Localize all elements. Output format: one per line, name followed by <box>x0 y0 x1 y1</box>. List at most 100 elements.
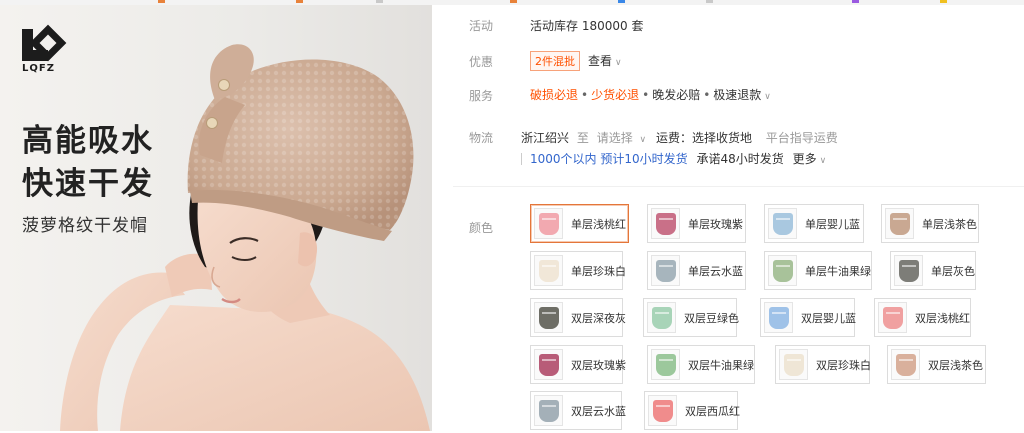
service-label: 服务 <box>469 89 494 103</box>
separator-dot: • <box>581 88 589 102</box>
color-option[interactable]: 单层灰色 <box>890 251 976 290</box>
towel-swatch <box>784 354 804 376</box>
discount-view-link[interactable]: 查看 ∨ <box>588 54 622 68</box>
color-swatch-thumbnail <box>651 349 680 380</box>
color-option-label: 单层云水蓝 <box>688 264 743 278</box>
color-option[interactable]: 单层玫瑰紫 <box>647 204 746 243</box>
hero-headline-line2: 快速干发 <box>22 166 154 202</box>
towel-swatch <box>896 354 916 376</box>
color-option[interactable]: 双层珍珠白 <box>775 345 871 384</box>
color-option[interactable]: 单层婴儿蓝 <box>764 204 864 243</box>
color-option-label: 双层西瓜红 <box>685 404 740 418</box>
brand-logo: LQFZ <box>22 24 68 74</box>
color-option[interactable]: 单层浅茶色 <box>881 204 979 243</box>
color-option[interactable]: 单层浅桃红 <box>530 204 629 243</box>
color-swatch-thumbnail <box>885 208 914 239</box>
brand-logo-mark <box>22 24 67 62</box>
color-swatch-thumbnail <box>534 349 563 380</box>
color-swatch-thumbnail <box>894 255 923 286</box>
discount-row: 2件混批 查看 ∨ <box>530 51 622 71</box>
bookmark-favicon[interactable] <box>510 0 517 3</box>
towel-swatch <box>899 260 919 282</box>
logistics-label: 物流 <box>469 131 494 145</box>
separator-dot: • <box>642 88 650 102</box>
color-option-label: 单层灰色 <box>931 264 975 278</box>
color-option[interactable]: 单层云水蓝 <box>647 251 746 290</box>
bookmark-favicon[interactable] <box>618 0 625 3</box>
color-option[interactable]: 双层婴儿蓝 <box>760 298 856 337</box>
towel-swatch <box>539 260 559 282</box>
bookmark-favicon[interactable] <box>158 0 165 3</box>
freight-text: 运费：选择收货地 <box>655 131 752 145</box>
color-swatch-thumbnail <box>651 208 680 239</box>
hero-headline-line1: 高能吸水 <box>22 123 154 159</box>
towel-swatch <box>656 213 676 235</box>
color-swatch-thumbnail <box>768 255 797 286</box>
towel-swatch <box>773 260 793 282</box>
section-divider <box>453 186 1024 187</box>
color-swatch-thumbnail <box>647 302 676 333</box>
destination-select-label: 请选择 <box>596 131 633 145</box>
color-option[interactable]: 双层深夜灰 <box>530 298 626 337</box>
activity-label: 活动 <box>469 19 494 33</box>
color-option[interactable]: 单层珍珠白 <box>530 251 626 290</box>
color-option[interactable]: 双层牛油果绿 <box>647 345 755 384</box>
bookmark-favicon[interactable] <box>296 0 303 3</box>
service-item: 晚发必赔 <box>652 88 701 102</box>
towel-swatch <box>769 307 789 329</box>
color-option-label: 双层珍珠白 <box>816 358 871 372</box>
platform-freight-link[interactable]: 平台指导运费 <box>766 131 838 145</box>
logistics-line2: 1000个以内 预计10小时发货 承诺48小时发货 更多 ∨ <box>521 150 826 167</box>
bookmark-favicon[interactable] <box>376 0 383 3</box>
chevron-down-icon: ∨ <box>819 156 827 166</box>
service-guarantees[interactable]: 破损必退 • 少货必退 • 晚发必赔 • 极速退款 ∨ <box>530 86 771 103</box>
color-swatch-thumbnail <box>764 302 793 333</box>
hero-subheadline: 菠萝格纹干发帽 <box>22 216 148 236</box>
chevron-down-icon: ∨ <box>764 92 771 102</box>
towel-swatch <box>890 213 910 235</box>
service-item: 少货必退 <box>591 88 640 102</box>
ship-origin: 浙江绍兴 <box>521 131 570 145</box>
color-swatch-thumbnail <box>534 302 563 333</box>
bookmark-favicon[interactable] <box>706 0 713 3</box>
color-option-label: 双层玫瑰紫 <box>571 358 626 372</box>
color-option[interactable]: 双层豆绿色 <box>643 298 739 337</box>
color-option[interactable]: 双层浅桃红 <box>874 298 971 337</box>
color-label: 颜色 <box>469 221 494 235</box>
color-option[interactable]: 双层云水蓝 <box>530 391 626 430</box>
towel-swatch <box>539 307 559 329</box>
bookmark-favicon[interactable] <box>852 0 859 3</box>
towel-swatch <box>656 260 676 282</box>
color-swatch-thumbnail <box>651 255 680 286</box>
mixed-batch-tag[interactable]: 2件混批 <box>530 51 580 71</box>
color-option-label: 双层浅茶色 <box>928 358 983 372</box>
brand-logo-text: LQFZ <box>22 63 55 74</box>
chevron-down-icon: ∨ <box>639 135 647 145</box>
color-option-label: 双层婴儿蓝 <box>801 311 856 325</box>
separator-dot: • <box>703 88 711 102</box>
more-logistics-link[interactable]: 更多 ∨ <box>793 152 827 166</box>
product-main-image[interactable]: LQFZ 高能吸水 快速干发 菠萝格纹干发帽 <box>0 5 432 431</box>
towel-swatch <box>656 354 676 376</box>
color-option[interactable]: 单层牛油果绿 <box>764 251 872 290</box>
color-option-label: 单层牛油果绿 <box>805 264 871 278</box>
color-swatch-thumbnail <box>891 349 920 380</box>
bookmark-favicon[interactable] <box>940 0 947 3</box>
destination-select[interactable]: 请选择 ∨ <box>597 131 646 145</box>
towel-swatch <box>883 307 903 329</box>
delivery-estimate-link[interactable]: 1000个以内 预计10小时发货 <box>530 152 688 166</box>
logistics-line1: 浙江绍兴 至 请选择 ∨ 运费：选择收货地 平台指导运费 <box>521 129 838 146</box>
towel-swatch <box>653 400 673 422</box>
color-option-label: 双层豆绿色 <box>684 311 739 325</box>
color-option[interactable]: 双层浅茶色 <box>887 345 986 384</box>
color-option-label: 单层浅桃红 <box>571 217 626 231</box>
color-option-label: 双层浅桃红 <box>915 311 970 325</box>
color-option[interactable]: 双层玫瑰紫 <box>530 345 626 384</box>
color-option-label: 单层玫瑰紫 <box>688 217 743 231</box>
color-swatch-thumbnail <box>768 208 797 239</box>
towel-swatch <box>539 400 559 422</box>
color-option[interactable]: 双层西瓜红 <box>644 391 740 430</box>
service-item: 破损必退 <box>530 88 579 102</box>
divider <box>521 153 522 165</box>
color-swatch-thumbnail <box>779 349 808 380</box>
